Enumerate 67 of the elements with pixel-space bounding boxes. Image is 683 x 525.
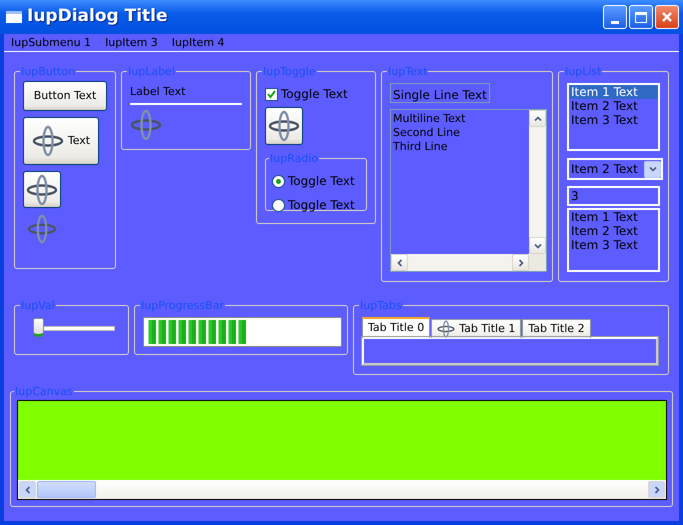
- frame-title: IupVal: [20, 300, 56, 311]
- menu-item[interactable]: IupSubmenu 1: [11, 36, 92, 49]
- dropdown-arrow-button[interactable]: [644, 160, 661, 178]
- scrollbar-corner: [529, 254, 546, 271]
- image-toggle-button[interactable]: [265, 107, 303, 145]
- label-text: Label Text: [130, 84, 186, 100]
- scroll-down-button[interactable]: [529, 237, 546, 254]
- menu-item[interactable]: IupItem 4: [172, 36, 225, 49]
- close-icon: [661, 11, 673, 23]
- close-button[interactable]: [655, 5, 679, 29]
- frame-title: IupTabs: [359, 300, 403, 311]
- orbit-icon: [268, 110, 300, 142]
- radio-button[interactable]: [272, 174, 285, 188]
- scroll-right-button[interactable]: [648, 481, 665, 498]
- scroll-left-button[interactable]: [391, 254, 408, 271]
- checkbox[interactable]: [265, 88, 278, 100]
- frame-title: IupButton: [20, 66, 76, 77]
- horizontal-scrollbar[interactable]: [18, 480, 666, 499]
- list-item[interactable]: Item 3 Text: [569, 238, 658, 252]
- list-box[interactable]: Item 1 Text Item 2 Text Item 3 Text: [567, 83, 660, 151]
- icon-button[interactable]: [23, 171, 61, 208]
- scroll-up-button[interactable]: [529, 110, 546, 127]
- window-icon: [6, 11, 22, 23]
- frame-title: IupRadio: [269, 153, 320, 164]
- scroll-right-button[interactable]: [512, 254, 529, 271]
- frame-title: IupCanvas: [14, 386, 74, 397]
- frame-title: IupList: [564, 66, 602, 77]
- frame-title: IupText: [387, 66, 428, 77]
- list-item[interactable]: Item 1 Text: [569, 85, 658, 99]
- minimize-button[interactable]: [603, 5, 627, 29]
- text-line: Third Line: [393, 140, 448, 154]
- list-item[interactable]: Item 3 Text: [569, 113, 658, 127]
- toggle-label[interactable]: Toggle Text: [281, 85, 348, 103]
- list-box[interactable]: Item 1 Text Item 2 Text Item 3 Text: [567, 208, 660, 272]
- text-field[interactable]: Single Line Text: [390, 83, 490, 103]
- text-line: Multiline Text: [393, 112, 466, 126]
- text-line: Second Line: [393, 126, 461, 140]
- radio-label[interactable]: Toggle Text: [288, 196, 355, 214]
- frame-title: IupLabel: [127, 66, 176, 77]
- frame-title: IupProgressBar: [140, 300, 225, 311]
- horizontal-scrollbar[interactable]: [391, 254, 529, 271]
- list-item[interactable]: Item 2 Text: [569, 224, 658, 238]
- canvas[interactable]: [17, 400, 667, 500]
- dropdown[interactable]: Item 2 Text: [567, 158, 663, 180]
- tab[interactable]: Tab Title 2: [522, 319, 591, 338]
- icon-text-button[interactable]: Text: [23, 117, 99, 165]
- window-title: IupDialog Title: [27, 5, 169, 28]
- text-button[interactable]: Button Text: [23, 81, 107, 111]
- frame-title: IupToggle: [262, 66, 317, 77]
- vertical-scrollbar[interactable]: [529, 110, 546, 254]
- orbit-icon: [27, 214, 57, 244]
- orbit-icon: [32, 125, 64, 157]
- radio-button[interactable]: [272, 198, 285, 212]
- slider[interactable]: [33, 318, 115, 339]
- menu-item[interactable]: IupItem 3: [105, 36, 158, 49]
- scroll-left-button[interactable]: [19, 481, 36, 498]
- tab[interactable]: Tab Title 1: [431, 319, 522, 338]
- tab[interactable]: Tab Title 0: [362, 317, 430, 338]
- list-item[interactable]: Item 2 Text: [569, 99, 658, 113]
- orbit-icon: [130, 108, 162, 140]
- slider-thumb[interactable]: [33, 318, 44, 337]
- orbit-icon: [26, 174, 58, 206]
- scroll-thumb[interactable]: [37, 481, 96, 498]
- edit-field[interactable]: 3: [567, 186, 660, 206]
- radio-label[interactable]: Toggle Text: [288, 172, 355, 190]
- list-item[interactable]: Item 1 Text: [569, 210, 658, 224]
- maximize-button[interactable]: [629, 5, 653, 29]
